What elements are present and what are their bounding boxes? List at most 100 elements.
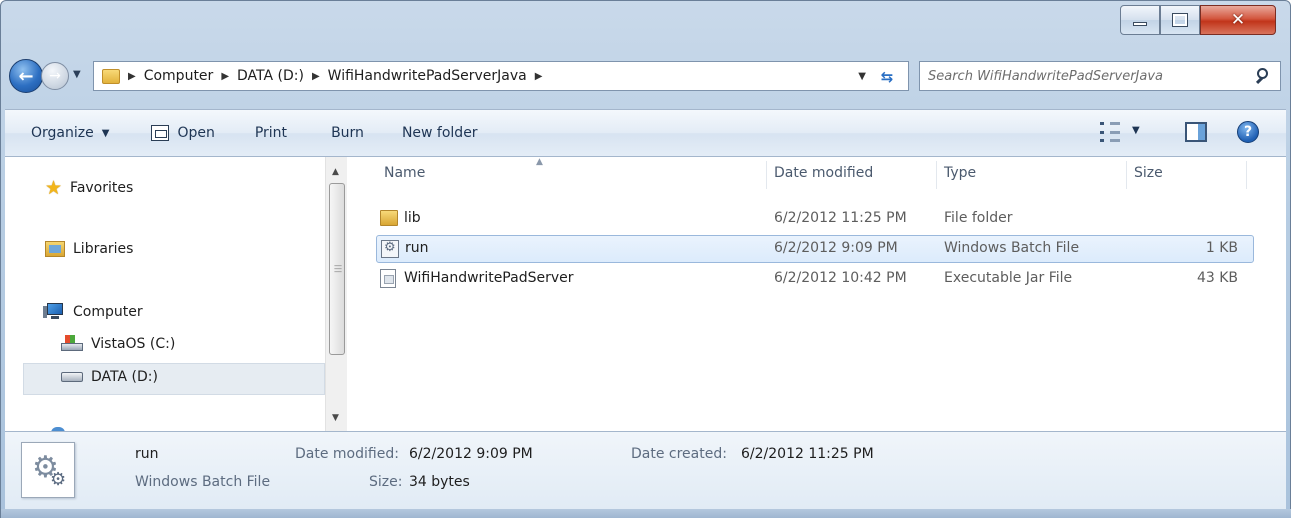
column-header-size[interactable]: Size <box>1134 165 1163 181</box>
file-name: run <box>405 240 429 256</box>
breadcrumb-root[interactable]: ▶ <box>128 71 144 82</box>
file-date: 6/2/2012 10:42 PM <box>774 270 907 286</box>
open-button[interactable]: Open <box>145 117 220 149</box>
breadcrumb-chevron-icon[interactable]: ▶ <box>221 71 229 82</box>
nav-item-label: Libraries <box>73 241 134 257</box>
file-list: Name ▲ Date modified Type Size lib 6/2/2… <box>348 157 1286 431</box>
system-drive-icon <box>61 335 83 353</box>
nav-scrollbar[interactable]: ▲ — — — ▼ <box>325 157 347 431</box>
libraries-icon <box>45 241 65 257</box>
breadcrumb-chevron-icon[interactable]: ▶ <box>128 71 136 82</box>
file-size: 43 KB <box>1196 270 1238 286</box>
breadcrumb-data-drive[interactable]: DATA (D:) <box>237 68 304 84</box>
grip-icon: — — — <box>334 261 342 276</box>
file-row[interactable]: lib 6/2/2012 11:25 PM File folder <box>376 205 1254 233</box>
column-header-type[interactable]: Type <box>944 165 976 181</box>
minimize-button[interactable] <box>1120 5 1160 35</box>
breadcrumb-chevron-icon[interactable]: ▶ <box>312 71 320 82</box>
file-size: 1 KB <box>1205 240 1238 256</box>
nav-item-computer[interactable]: Computer <box>43 303 143 321</box>
nav-item-label: Favorites <box>70 180 134 196</box>
search-input[interactable]: Search WifiHandwritePadServerJava <box>928 69 1252 84</box>
breadcrumb-chevron-icon[interactable]: ▶ <box>535 71 543 82</box>
organize-button[interactable]: Organize ▼ <box>25 117 115 149</box>
file-type: Executable Jar File <box>944 270 1073 286</box>
file-name: lib <box>404 210 421 226</box>
file-type: Windows Batch File <box>944 240 1080 256</box>
view-options-dropdown[interactable]: ▼ <box>1132 125 1140 136</box>
batch-file-icon <box>381 240 399 258</box>
change-view-icon[interactable] <box>1100 122 1120 142</box>
details-size-label: Size: <box>369 474 403 490</box>
chevron-down-icon: ▼ <box>101 127 110 139</box>
navigation-row: ← → ▼ ▶ Computer ▶ DATA (D:) ▶ WifiHandw… <box>1 57 1290 97</box>
column-header-name[interactable]: Name <box>384 165 425 181</box>
column-divider[interactable] <box>766 161 767 189</box>
breadcrumb-sep[interactable]: ▶ <box>535 71 551 82</box>
breadcrumb-label[interactable]: Computer <box>144 68 214 84</box>
forward-button[interactable]: → <box>41 62 69 90</box>
jar-file-icon <box>380 269 396 288</box>
new-folder-label: New folder <box>401 125 478 141</box>
back-button[interactable]: ← <box>9 59 43 93</box>
open-label: Open <box>177 125 215 141</box>
nav-item-vistaos-drive[interactable]: VistaOS (C:) <box>61 335 175 353</box>
search-box[interactable]: Search WifiHandwritePadServerJava <box>919 61 1281 91</box>
new-folder-button[interactable]: New folder <box>396 117 484 149</box>
gear-icon: ⚙ <box>50 469 67 490</box>
breadcrumb-label[interactable]: DATA (D:) <box>237 68 304 84</box>
organize-label: Organize <box>31 125 94 141</box>
scroll-up-arrow-icon[interactable]: ▲ <box>332 167 339 177</box>
computer-icon <box>43 303 65 321</box>
open-icon <box>151 125 170 141</box>
maximize-button[interactable] <box>1160 5 1200 35</box>
details-file-type: Windows Batch File <box>135 474 271 490</box>
column-divider[interactable] <box>1246 161 1247 189</box>
folder-icon <box>102 68 120 84</box>
preview-pane-icon[interactable] <box>1185 122 1207 142</box>
file-type: File folder <box>944 210 1013 226</box>
scrollbar-thumb[interactable]: — — — <box>329 183 345 355</box>
recent-pages-dropdown[interactable]: ▼ <box>73 69 81 80</box>
nav-item-label: DATA (D:) <box>91 369 158 385</box>
help-icon[interactable]: ? <box>1237 121 1259 143</box>
command-bar: Organize ▼ Open Print Burn New folder ▼ ? <box>5 109 1286 157</box>
content-area: ★ Favorites Libraries Computer VistaOS (… <box>5 157 1286 433</box>
breadcrumb-sep[interactable]: ▶ <box>312 71 328 82</box>
breadcrumb-computer[interactable]: Computer <box>144 68 214 84</box>
forward-arrow-icon: → <box>49 68 61 84</box>
file-row-selected[interactable]: run 6/2/2012 9:09 PM Windows Batch File … <box>376 235 1254 263</box>
column-divider[interactable] <box>1126 161 1127 189</box>
address-history-dropdown[interactable]: ▼ <box>858 71 866 82</box>
star-icon: ★ <box>45 177 63 199</box>
file-date: 6/2/2012 9:09 PM <box>774 240 898 256</box>
breadcrumb-sep[interactable]: ▶ <box>221 71 237 82</box>
burn-button[interactable]: Burn <box>325 117 370 149</box>
nav-item-libraries[interactable]: Libraries <box>45 241 133 257</box>
breadcrumb-current-folder[interactable]: WifiHandwritePadServerJava <box>328 68 527 84</box>
print-label: Print <box>254 125 288 141</box>
details-size-value: 34 bytes <box>409 474 470 490</box>
scroll-down-arrow-icon[interactable]: ▼ <box>332 413 339 423</box>
address-bar[interactable]: ▶ Computer ▶ DATA (D:) ▶ WifiHandwritePa… <box>93 61 909 91</box>
print-button[interactable]: Print <box>249 117 293 149</box>
nav-item-data-drive[interactable]: DATA (D:) <box>61 369 158 385</box>
file-row[interactable]: WifiHandwritePadServer 6/2/2012 10:42 PM… <box>376 265 1254 293</box>
file-name: WifiHandwritePadServer <box>404 270 574 286</box>
nav-item-favorites[interactable]: ★ Favorites <box>45 177 133 199</box>
details-date-created-value: 6/2/2012 11:25 PM <box>741 446 874 462</box>
title-bar[interactable]: ✕ <box>1 1 1290 55</box>
details-date-created-label: Date created: <box>631 446 727 462</box>
breadcrumb-label[interactable]: WifiHandwritePadServerJava <box>328 68 527 84</box>
burn-label: Burn <box>331 125 364 141</box>
close-button[interactable]: ✕ <box>1200 5 1276 35</box>
search-icon[interactable] <box>1252 65 1274 87</box>
maximize-icon <box>1172 13 1188 27</box>
column-divider[interactable] <box>936 161 937 189</box>
details-date-modified-label: Date modified: <box>295 446 399 462</box>
drive-icon <box>61 372 83 382</box>
column-header-date-modified[interactable]: Date modified <box>774 165 873 181</box>
folder-icon <box>380 210 398 226</box>
minimize-icon <box>1133 22 1147 26</box>
refresh-icon[interactable]: ⇆ <box>876 66 898 88</box>
